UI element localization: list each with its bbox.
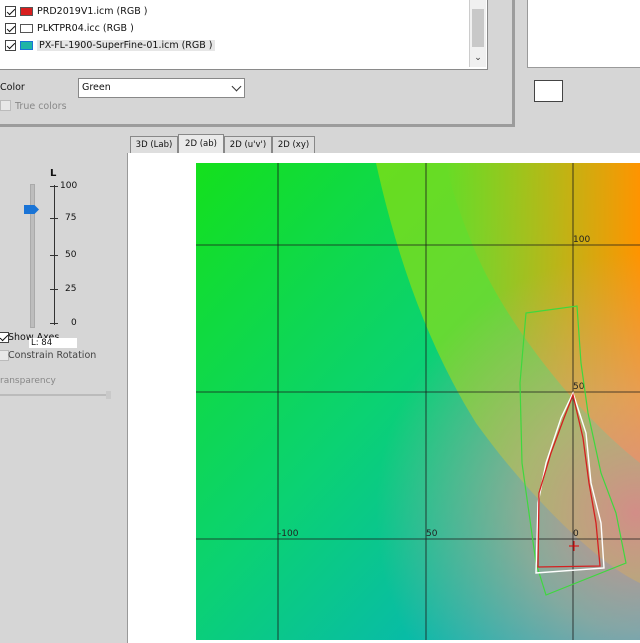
- tick-label-100: 100: [60, 181, 78, 191]
- tick-label-25: 25: [65, 284, 77, 294]
- color-select[interactable]: Green: [78, 78, 245, 98]
- true-colors-label: True colors: [15, 101, 67, 112]
- tab-2d-xy[interactable]: 2D (xy): [272, 136, 315, 153]
- transparency-slider[interactable]: [0, 394, 110, 396]
- transparency-label: ransparency: [0, 376, 56, 386]
- profile-swatch-1: [20, 6, 33, 16]
- panel-divider-horizontal: [0, 124, 512, 127]
- tab-2d-uv[interactable]: 2D (u'v'): [224, 136, 272, 153]
- profile-row-2[interactable]: PLKTPR04.icc (RGB ): [5, 20, 134, 36]
- profile-swatch-2: [20, 23, 33, 33]
- chevron-down-icon: [231, 81, 242, 92]
- lightness-thumb[interactable]: [24, 205, 39, 214]
- tick-label-50: 50: [65, 250, 77, 260]
- true-colors-checkbox[interactable]: [0, 100, 11, 111]
- ab-plot[interactable]: -100 50 0 100 50: [196, 163, 640, 640]
- tick-0: [50, 323, 58, 324]
- profile-checkbox-2[interactable]: [5, 22, 16, 34]
- tick-25: [50, 289, 58, 290]
- scroll-down-icon[interactable]: ⌄: [473, 53, 483, 63]
- profile-checkbox-3[interactable]: [5, 39, 16, 51]
- profile-swatch-3: [20, 40, 33, 50]
- constrain-rotation-label: Constrain Rotation: [8, 350, 97, 361]
- transparency-thumb[interactable]: [106, 391, 111, 399]
- preview-panel: [527, 0, 640, 68]
- lightness-label: L: [50, 168, 57, 179]
- x-label-neg100: -100: [278, 529, 299, 539]
- color-label: Color: [0, 82, 25, 93]
- profile-checkbox-1[interactable]: [5, 5, 16, 17]
- profile-label-1: PRD2019V1.icm (RGB ): [37, 5, 148, 17]
- lightness-readout: L: 84: [29, 338, 77, 348]
- profile-row-1[interactable]: PRD2019V1.icm (RGB ): [5, 3, 147, 19]
- tab-2d-ab[interactable]: 2D (ab): [178, 134, 224, 153]
- tick-50: [50, 255, 58, 256]
- tick-100: [50, 186, 58, 187]
- tick-label-75: 75: [65, 213, 77, 223]
- profile-label-2: PLKTPR04.icc (RGB ): [37, 22, 134, 34]
- x-label-0: 0: [573, 529, 579, 539]
- x-label-50: 50: [426, 529, 438, 539]
- y-label-50: 50: [573, 382, 585, 392]
- profile-list-scrollbar[interactable]: ⌄: [469, 0, 486, 67]
- color-swatch[interactable]: [534, 80, 563, 102]
- panel-divider-vertical: [512, 0, 515, 127]
- profile-row-3[interactable]: PX-FL-1900-SuperFine-01.icm (RGB ): [5, 37, 215, 53]
- scrollbar-thumb[interactable]: [472, 9, 484, 47]
- color-select-value: Green: [82, 82, 111, 93]
- tab-3d-lab[interactable]: 3D (Lab): [130, 136, 178, 153]
- profile-list[interactable]: PRD2019V1.icm (RGB ) PLKTPR04.icc (RGB )…: [0, 0, 488, 70]
- profile-label-3: PX-FL-1900-SuperFine-01.icm (RGB ): [37, 39, 215, 51]
- tick-75: [50, 218, 58, 219]
- tick-label-0: 0: [71, 318, 77, 328]
- y-label-100: 100: [573, 235, 590, 245]
